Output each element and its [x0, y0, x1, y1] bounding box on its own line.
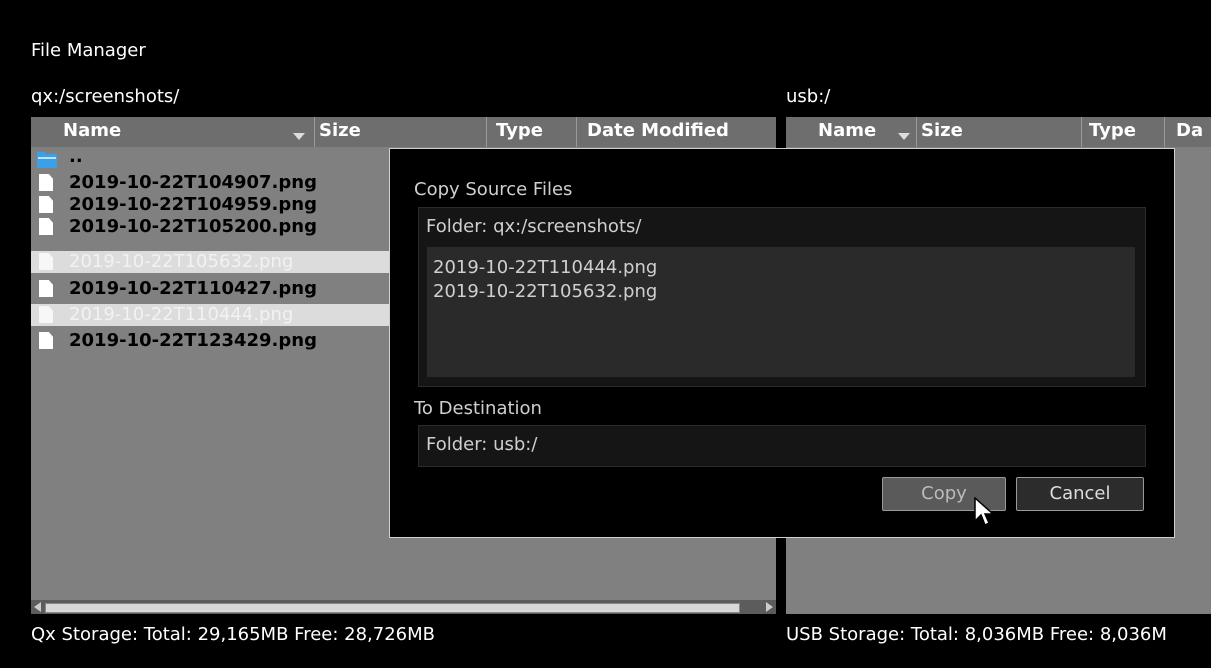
- source-file-item: 2019-10-22T105632.png: [433, 281, 658, 302]
- file-name: 2019-10-22T105632.png: [69, 251, 294, 272]
- file-name: 2019-10-22T123429.png: [69, 330, 317, 351]
- file-row[interactable]: 2019-10-22T123429.png: [31, 330, 391, 352]
- file-icon: [39, 196, 53, 213]
- file-icon: [39, 174, 53, 191]
- left-path: qx:/screenshots/: [31, 86, 180, 107]
- file-row-selected[interactable]: 2019-10-22T105632.png: [31, 251, 391, 273]
- file-row-selected[interactable]: 2019-10-22T110444.png: [31, 304, 391, 326]
- scroll-right-icon[interactable]: [766, 602, 773, 612]
- horizontal-scrollbar[interactable]: [31, 600, 776, 614]
- file-icon: [39, 218, 53, 235]
- right-col-type[interactable]: Type: [1089, 120, 1136, 141]
- scroll-left-icon[interactable]: [34, 602, 41, 612]
- destination-folder-path: Folder: usb:/: [426, 434, 538, 455]
- left-col-size[interactable]: Size: [319, 120, 361, 141]
- source-file-item: 2019-10-22T110444.png: [433, 257, 658, 278]
- right-storage-status: USB Storage: Total: 8,036MB Free: 8,036M: [786, 624, 1167, 645]
- left-col-type[interactable]: Type: [496, 120, 543, 141]
- sort-down-icon[interactable]: [898, 125, 910, 146]
- file-name: 2019-10-22T104907.png: [69, 172, 317, 193]
- left-column-header: Name Size Type Date Modified: [31, 117, 776, 147]
- source-files-label: Copy Source Files: [414, 179, 573, 200]
- left-col-date[interactable]: Date Modified: [587, 120, 729, 141]
- parent-folder-label: ..: [69, 146, 83, 167]
- file-row[interactable]: 2019-10-22T105200.png: [31, 216, 391, 238]
- file-name: 2019-10-22T104959.png: [69, 194, 317, 215]
- file-icon: [39, 306, 53, 323]
- right-col-date[interactable]: Da: [1176, 120, 1203, 141]
- left-storage-status: Qx Storage: Total: 29,165MB Free: 28,726…: [31, 624, 436, 645]
- source-files-list[interactable]: 2019-10-22T110444.png 2019-10-22T105632.…: [427, 247, 1135, 377]
- cancel-button[interactable]: Cancel: [1016, 477, 1144, 511]
- app-title: File Manager: [31, 40, 146, 61]
- file-icon: [39, 332, 53, 349]
- file-row[interactable]: 2019-10-22T104959.png: [31, 194, 391, 216]
- parent-folder-row[interactable]: ..: [31, 146, 391, 172]
- file-row[interactable]: 2019-10-22T110427.png: [31, 278, 391, 300]
- source-folder-path: Folder: qx:/screenshots/: [426, 216, 642, 237]
- mouse-pointer-icon: [974, 496, 996, 531]
- destination-box: Folder: usb:/: [418, 425, 1146, 467]
- source-files-box: Folder: qx:/screenshots/ 2019-10-22T1104…: [418, 207, 1146, 387]
- file-row[interactable]: 2019-10-22T104907.png: [31, 172, 391, 194]
- file-icon: [39, 280, 53, 297]
- left-col-name[interactable]: Name: [63, 120, 121, 141]
- right-path: usb:/: [786, 86, 831, 107]
- file-name: 2019-10-22T110427.png: [69, 278, 317, 299]
- file-name: 2019-10-22T105200.png: [69, 216, 317, 237]
- scrollbar-thumb[interactable]: [45, 603, 740, 613]
- right-col-size[interactable]: Size: [921, 120, 963, 141]
- right-col-name[interactable]: Name: [818, 120, 876, 141]
- destination-label: To Destination: [414, 398, 542, 419]
- sort-down-icon[interactable]: [293, 125, 305, 146]
- right-column-header: Name Size Type Da: [786, 117, 1211, 147]
- copy-dialog: Copy Source Files Folder: qx:/screenshot…: [389, 148, 1175, 538]
- folder-icon: [37, 152, 57, 168]
- file-icon: [39, 253, 53, 270]
- file-name: 2019-10-22T110444.png: [69, 304, 294, 325]
